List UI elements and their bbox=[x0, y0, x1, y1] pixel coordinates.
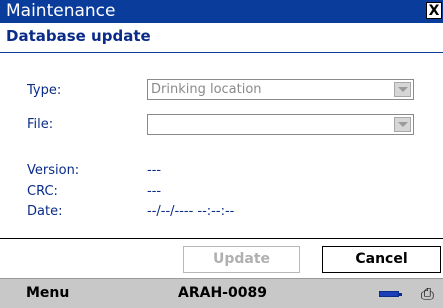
device-id: ARAH-0089 bbox=[178, 285, 267, 301]
title-bar: Maintenance X bbox=[0, 0, 443, 23]
file-select[interactable] bbox=[147, 114, 414, 135]
version-value: --- bbox=[147, 163, 162, 178]
update-button[interactable]: Update bbox=[183, 246, 300, 273]
crc-value: --- bbox=[147, 184, 162, 199]
menu-bar: Menu ARAH-0089 ⎙ bbox=[0, 278, 443, 308]
date-value: --/--/---- --:--:-- bbox=[147, 204, 235, 219]
cancel-button[interactable]: Cancel bbox=[322, 246, 441, 273]
window-title: Maintenance bbox=[6, 1, 116, 21]
type-select[interactable]: Drinking location bbox=[147, 79, 414, 100]
chevron-down-icon[interactable] bbox=[394, 82, 411, 97]
file-label: File: bbox=[27, 117, 54, 132]
battery-icon bbox=[379, 291, 402, 297]
page-title: Database update bbox=[6, 27, 151, 45]
date-label: Date: bbox=[27, 204, 63, 219]
menu-button[interactable]: Menu bbox=[26, 285, 69, 301]
type-select-value: Drinking location bbox=[151, 82, 262, 97]
page-header: Database update bbox=[0, 23, 443, 53]
type-label: Type: bbox=[27, 83, 62, 98]
crc-label: CRC: bbox=[27, 184, 58, 199]
chevron-down-icon[interactable] bbox=[394, 117, 411, 132]
close-icon[interactable]: X bbox=[426, 2, 442, 19]
version-label: Version: bbox=[27, 163, 80, 178]
printer-icon[interactable]: ⎙ bbox=[421, 284, 434, 304]
